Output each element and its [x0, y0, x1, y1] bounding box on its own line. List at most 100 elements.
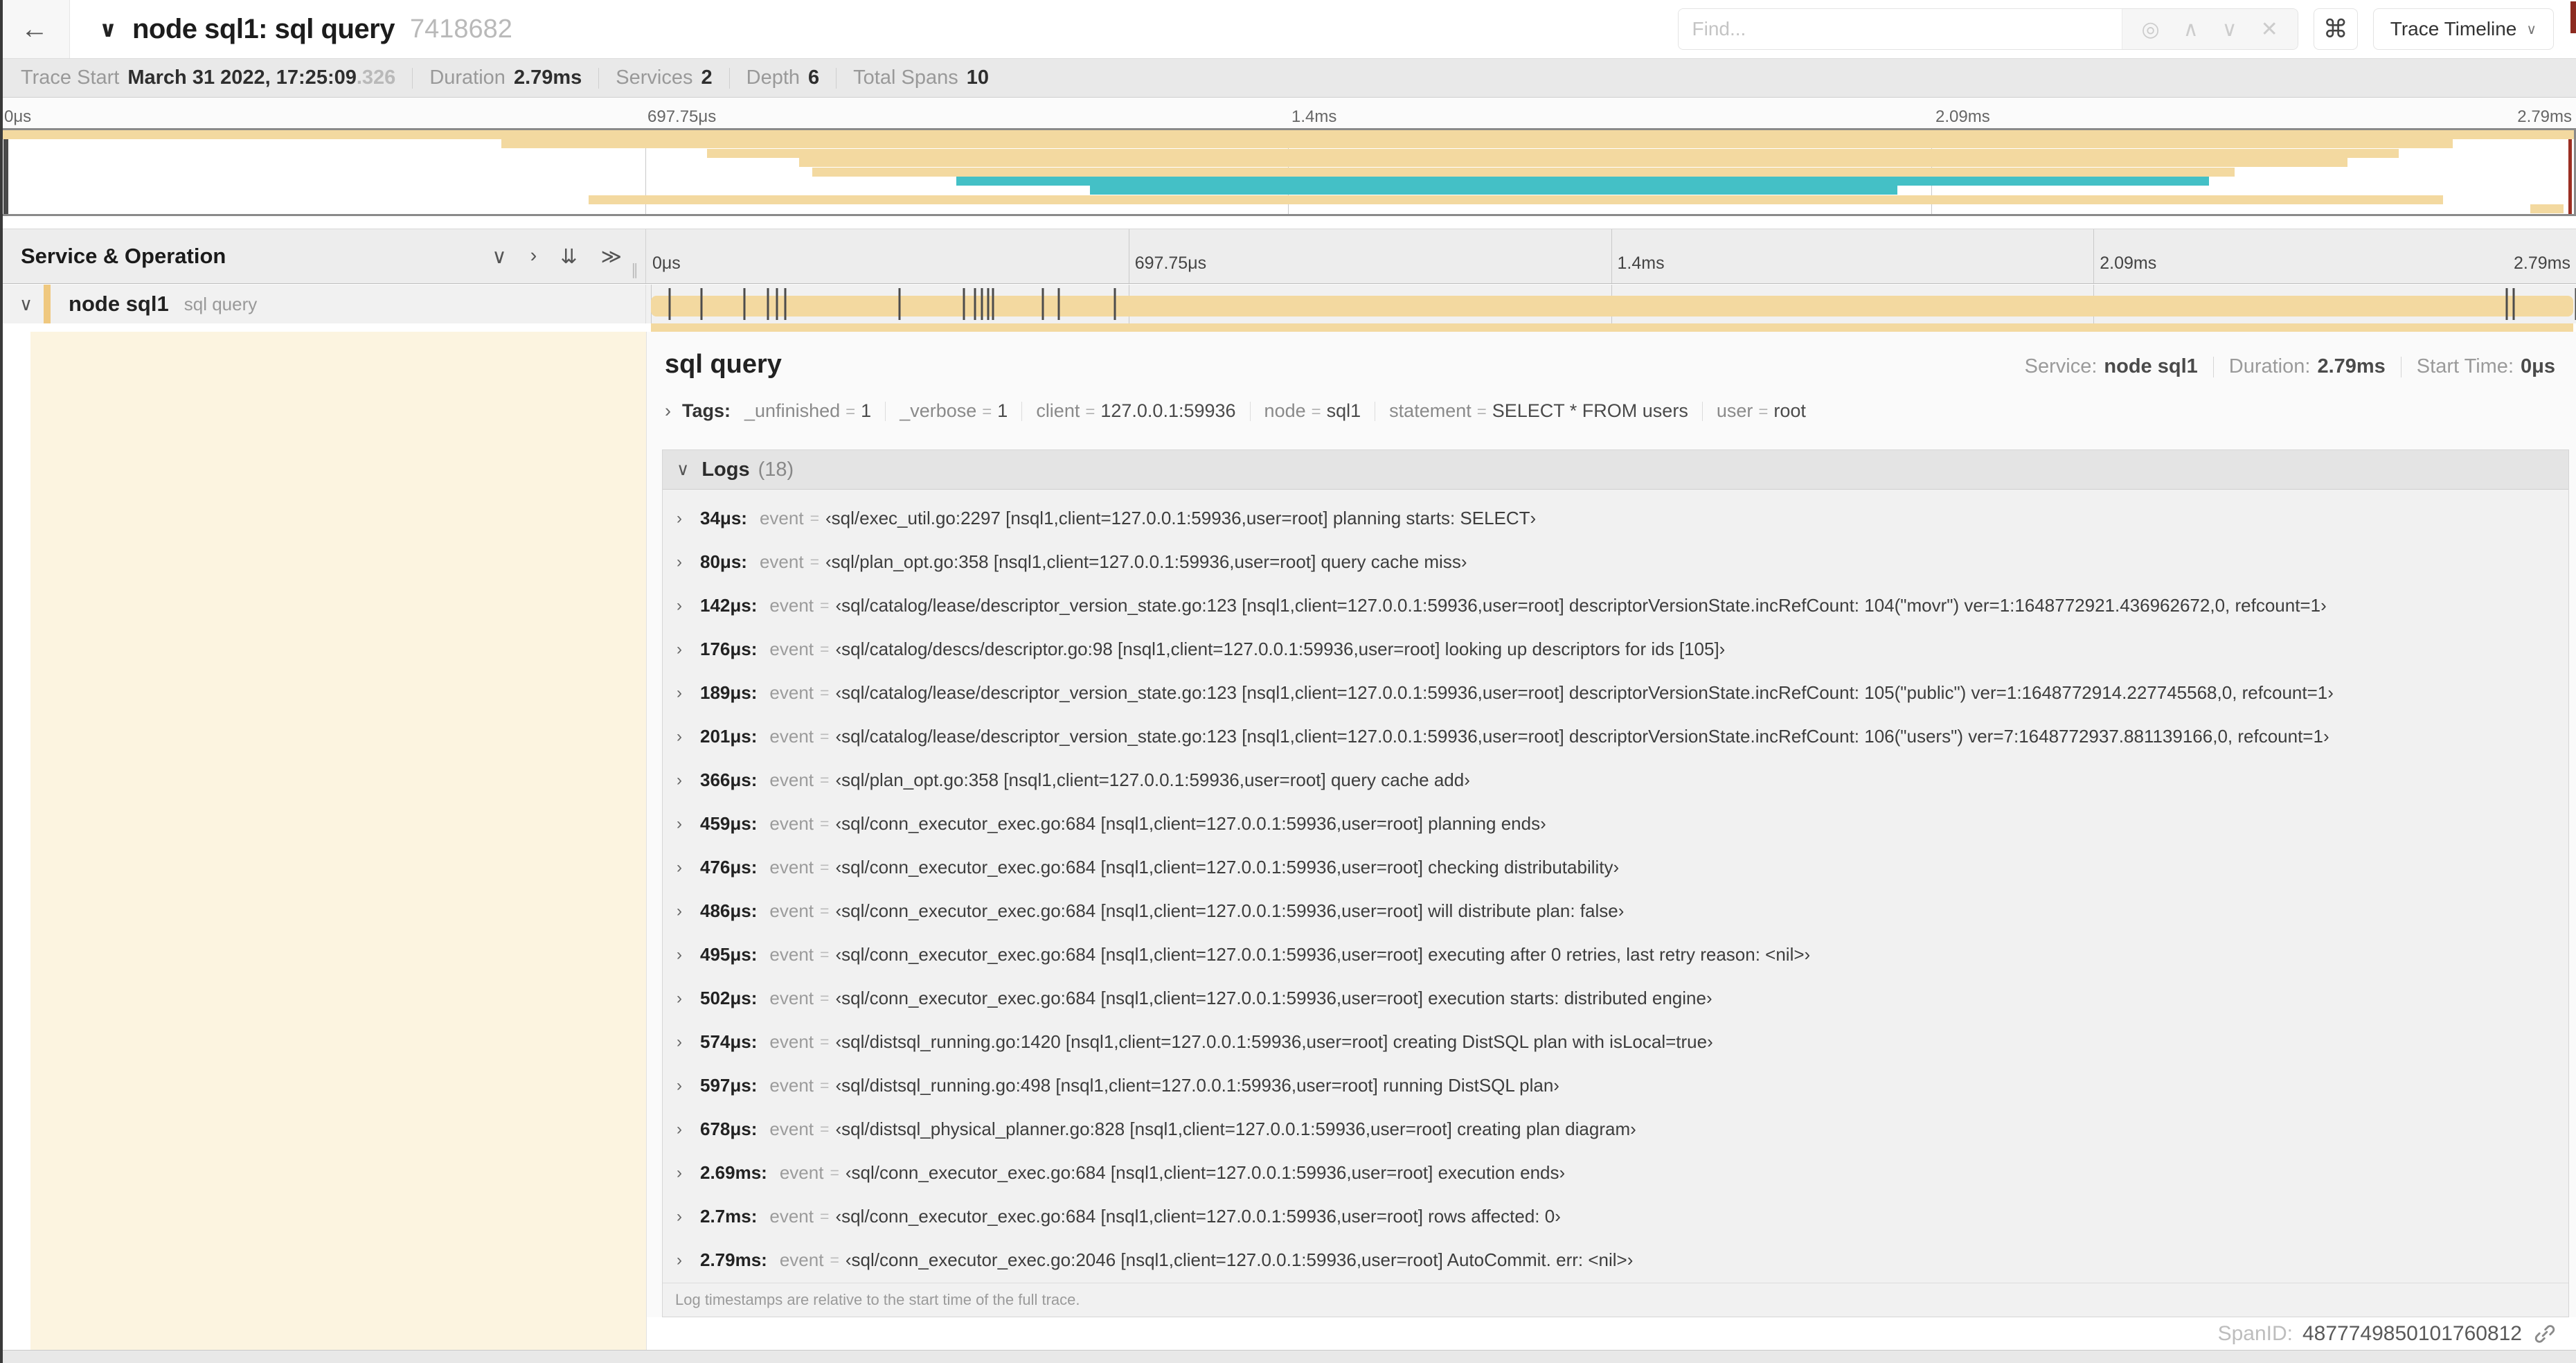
- minimap-left-scrubber[interactable]: [3, 130, 8, 214]
- log-entry[interactable]: › 2.69ms: event = ‹sql/conn_executor_exe…: [663, 1151, 2568, 1195]
- log-entry[interactable]: › 34μs: event = ‹sql/exec_util.go:2297 […: [663, 497, 2568, 540]
- minimap-span-bar: [812, 167, 2235, 177]
- match-target-icon[interactable]: ◎: [2142, 17, 2160, 42]
- expand-one-icon[interactable]: ›: [530, 244, 537, 269]
- log-entry[interactable]: › 366μs: event = ‹sql/plan_opt.go:358 [n…: [663, 758, 2568, 802]
- expand-all-icon[interactable]: ≫: [601, 244, 622, 269]
- log-time: 495μs:: [700, 944, 758, 965]
- log-equals: =: [830, 1251, 839, 1269]
- find-group: ◎ ∧ ∨ ✕: [1677, 8, 2298, 50]
- chevron-right-icon: ›: [677, 1076, 682, 1095]
- log-field-value: ‹sql/distsql_running.go:498 [nsql1,clien…: [835, 1075, 1559, 1096]
- log-time: 189μs:: [700, 682, 758, 703]
- span-duration-bar[interactable]: [651, 296, 2573, 317]
- tag-item: _unfinished = 1: [744, 400, 872, 421]
- trace-title-group: ∨ node sql1: sql query 7418682: [99, 14, 512, 45]
- next-match-icon[interactable]: ∨: [2222, 17, 2237, 42]
- log-field-value: ‹sql/catalog/lease/descriptor_version_st…: [835, 595, 2327, 616]
- log-equals: =: [820, 640, 830, 658]
- span-detail-panel: sql query Service: node sql1 Duration: 2.79…: [646, 332, 2576, 1363]
- chevron-right-icon: ›: [677, 552, 682, 571]
- log-field-key: event: [769, 769, 814, 790]
- minimap-tick-label: 1.4ms: [1291, 107, 1337, 126]
- log-entry[interactable]: › 2.7ms: event = ‹sql/conn_executor_exec…: [663, 1195, 2568, 1238]
- log-time: 597μs:: [700, 1075, 758, 1096]
- ruler-gridline: [1611, 229, 1612, 283]
- divider: [728, 67, 730, 89]
- log-field-key: event: [769, 813, 814, 834]
- minimap-right-scrubber[interactable]: [2568, 130, 2572, 214]
- log-equals: =: [820, 858, 830, 876]
- log-entry[interactable]: › 597μs: event = ‹sql/distsql_running.go…: [663, 1064, 2568, 1107]
- log-entry[interactable]: › 678μs: event = ‹sql/distsql_physical_p…: [663, 1107, 2568, 1151]
- logs-accordion-header[interactable]: ∨ Logs (18): [663, 450, 2568, 490]
- timeline-ruler: 0μs 697.75μs 1.4ms 2.09ms 2.79ms: [646, 229, 2576, 283]
- trace-summary-bar: Trace Start March 31 2022, 17:25:09.326 …: [0, 59, 2576, 98]
- log-marker-tick: [981, 288, 983, 320]
- log-equals: =: [820, 989, 830, 1007]
- span-row-node-sql1[interactable]: ∨ node sql1 sql query: [0, 285, 2576, 323]
- chevron-right-icon: ›: [677, 857, 682, 877]
- log-equals: =: [810, 509, 819, 527]
- clear-find-icon[interactable]: ✕: [2261, 17, 2278, 42]
- span-id-row: SpanID: 4877749850101760812: [647, 1317, 2576, 1351]
- log-field-key: event: [769, 1206, 814, 1227]
- chevron-right-icon: ›: [677, 727, 682, 746]
- keyboard-shortcuts-button[interactable]: ⌘: [2313, 8, 2358, 50]
- log-field-key: event: [769, 900, 814, 921]
- log-equals: =: [820, 727, 830, 745]
- span-bar-track[interactable]: [646, 285, 2576, 323]
- log-field-value: ‹sql/distsql_physical_planner.go:828 [ns…: [835, 1119, 1636, 1139]
- copy-link-icon[interactable]: [2533, 1322, 2557, 1346]
- collapse-trace-icon[interactable]: ∨: [99, 16, 117, 42]
- span-operation-name: sql query: [184, 293, 258, 314]
- log-entry[interactable]: › 495μs: event = ‹sql/conn_executor_exec…: [663, 933, 2568, 977]
- chevron-down-icon[interactable]: ∨: [19, 294, 33, 315]
- back-button[interactable]: ←: [0, 0, 70, 58]
- column-resize-grip[interactable]: ∥: [631, 261, 640, 279]
- log-entry[interactable]: › 502μs: event = ‹sql/conn_executor_exec…: [663, 977, 2568, 1020]
- chevron-right-icon: ›: [677, 508, 682, 528]
- tag-item: user = root: [1716, 400, 1806, 421]
- log-time: 366μs:: [700, 769, 758, 790]
- span-color-stripe: [44, 285, 51, 323]
- log-entry[interactable]: › 476μs: event = ‹sql/conn_executor_exec…: [663, 846, 2568, 889]
- log-field-key: event: [769, 857, 814, 878]
- log-field-value: ‹sql/conn_executor_exec.go:684 [nsql1,cl…: [835, 988, 1712, 1008]
- log-entry[interactable]: › 189μs: event = ‹sql/catalog/lease/desc…: [663, 671, 2568, 715]
- log-entry[interactable]: › 176μs: event = ‹sql/catalog/descs/desc…: [663, 627, 2568, 671]
- log-entry[interactable]: › 459μs: event = ‹sql/conn_executor_exec…: [663, 802, 2568, 846]
- minimap-canvas[interactable]: [0, 128, 2576, 216]
- log-time: 2.79ms:: [700, 1249, 767, 1270]
- find-input[interactable]: [1678, 9, 2122, 49]
- log-field-value: ‹sql/conn_executor_exec.go:684 [nsql1,cl…: [835, 944, 1811, 965]
- logs-label: Logs: [701, 458, 750, 481]
- collapse-all-icon[interactable]: ⇊: [560, 244, 577, 269]
- log-marker-tick: [987, 288, 990, 320]
- minimap-tick-label: 0μs: [4, 107, 32, 126]
- log-marker-tick: [776, 288, 778, 320]
- trace-view-label: Trace Timeline: [2390, 18, 2517, 39]
- log-entry-list: › 34μs: event = ‹sql/exec_util.go:2297 […: [663, 490, 2568, 1283]
- log-field-value: ‹sql/catalog/lease/descriptor_version_st…: [835, 726, 2329, 747]
- log-entry[interactable]: › 2.79ms: event = ‹sql/conn_executor_exe…: [663, 1238, 2568, 1282]
- log-time: 459μs:: [700, 813, 758, 834]
- collapse-one-icon[interactable]: ∨: [492, 244, 506, 269]
- tags-accordion[interactable]: › Tags: _unfinished = 1 _verbose = 1 client =…: [665, 400, 2576, 422]
- log-entry[interactable]: › 486μs: event = ‹sql/conn_executor_exec…: [663, 889, 2568, 933]
- back-arrow-icon: ←: [21, 13, 48, 44]
- log-marker-tick: [743, 288, 746, 320]
- trace-id: 7418682: [409, 14, 512, 44]
- log-entry[interactable]: › 574μs: event = ‹sql/distsql_running.go…: [663, 1020, 2568, 1064]
- trace-view-selector[interactable]: Trace Timeline ∨: [2372, 8, 2554, 50]
- log-entry[interactable]: › 142μs: event = ‹sql/catalog/lease/desc…: [663, 584, 2568, 627]
- log-entry[interactable]: › 80μs: event = ‹sql/plan_opt.go:358 [ns…: [663, 540, 2568, 584]
- log-marker-tick: [767, 288, 769, 320]
- divider: [1249, 401, 1251, 421]
- log-field-value: ‹sql/distsql_running.go:1420 [nsql1,clie…: [835, 1031, 1713, 1052]
- log-marker-tick: [2512, 288, 2515, 320]
- prev-match-icon[interactable]: ∧: [2183, 17, 2199, 42]
- log-time: 176μs:: [700, 639, 758, 659]
- trace-stat: Trace Start March 31 2022, 17:25:09.326: [21, 66, 396, 89]
- log-entry[interactable]: › 201μs: event = ‹sql/catalog/lease/desc…: [663, 715, 2568, 758]
